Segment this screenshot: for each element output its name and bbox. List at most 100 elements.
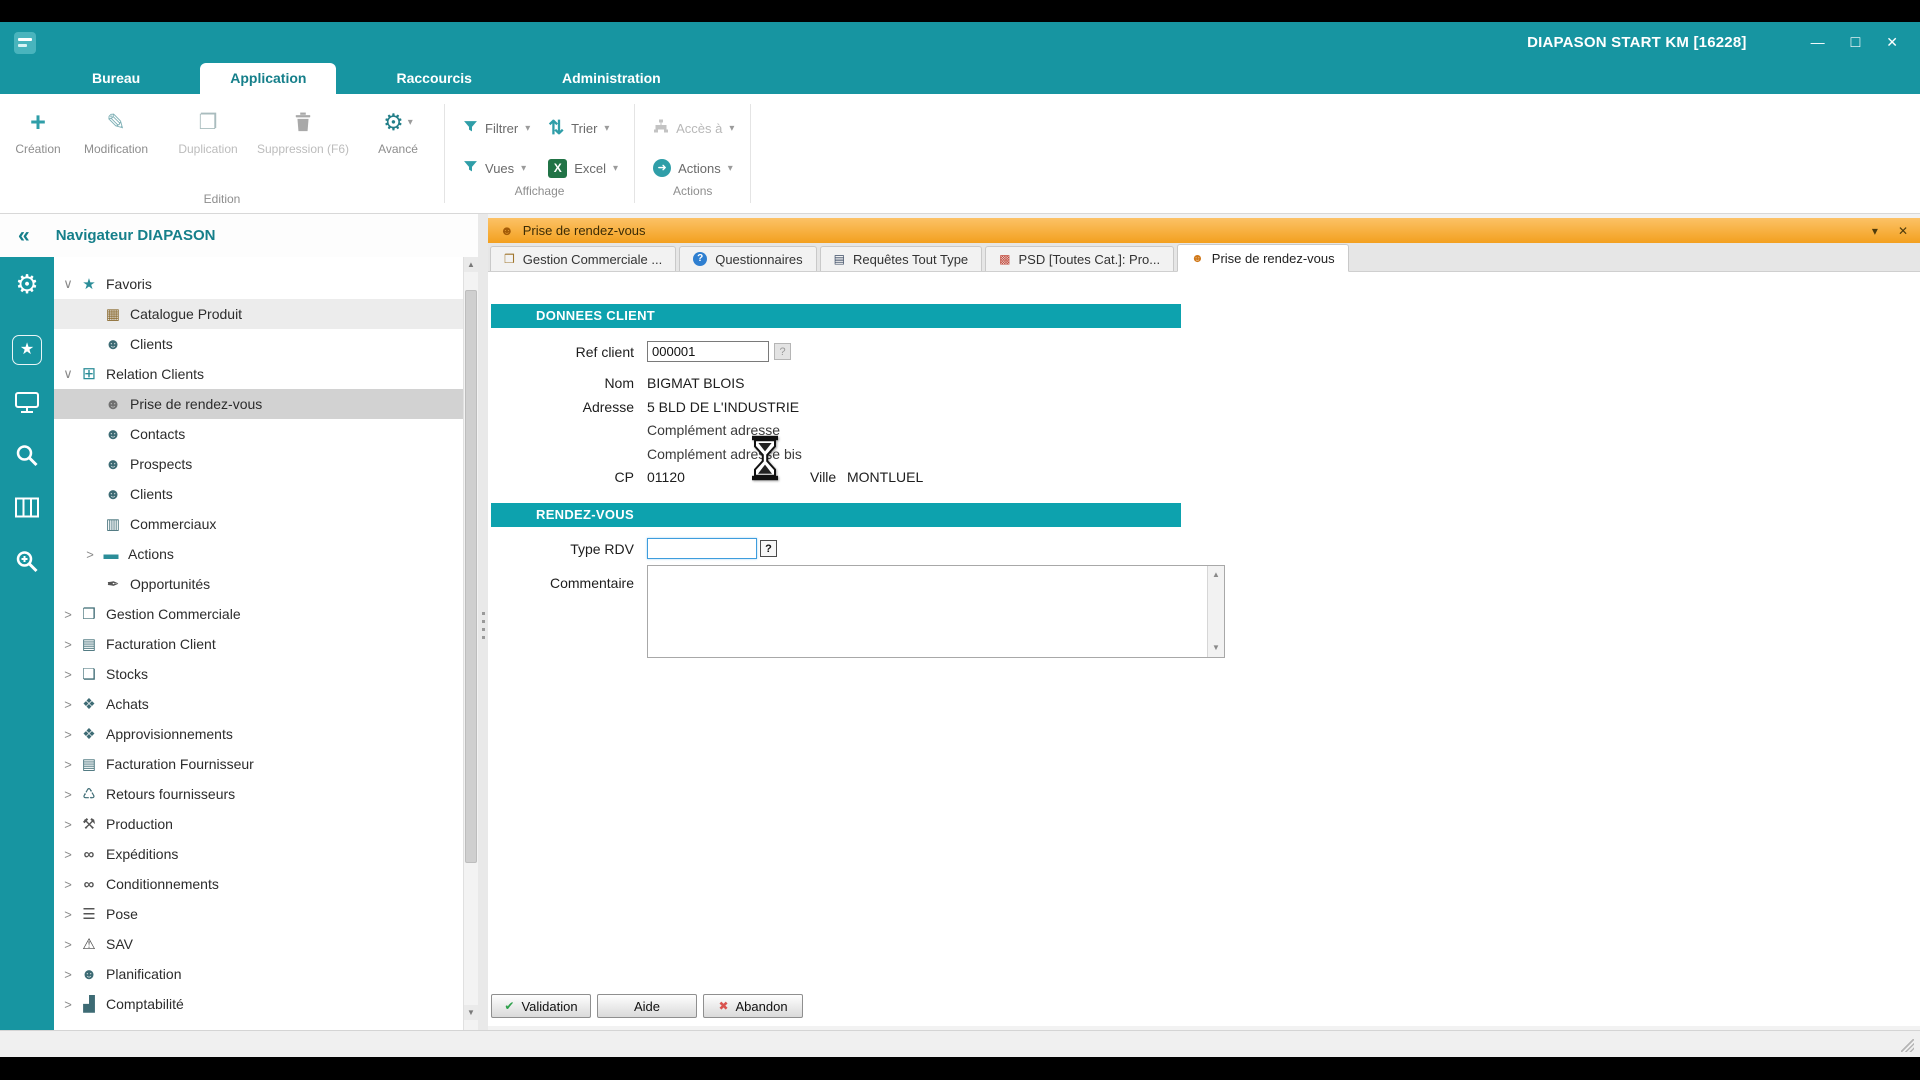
tree-item-facturation-client[interactable]: Facturation Client xyxy=(54,629,478,659)
chevron-right-icon[interactable] xyxy=(58,847,78,862)
vues-button[interactable]: Vues xyxy=(463,152,530,184)
tab-prise-de-rendez-vous[interactable]: Prise de rendez-vous xyxy=(1177,244,1348,272)
gear-icon[interactable] xyxy=(15,269,38,300)
maximize-button[interactable] xyxy=(1851,32,1861,53)
tree-item-clients-2[interactable]: Clients xyxy=(54,479,478,509)
tree-item-expeditions[interactable]: Expéditions xyxy=(54,839,478,869)
search-zoom-icon[interactable] xyxy=(15,549,40,579)
tree-item-conditionnements[interactable]: Conditionnements xyxy=(54,869,478,899)
application-window: DIAPASON START KM [16228] Bureau Applica… xyxy=(0,0,1920,1080)
tree-item-planification[interactable]: Planification xyxy=(54,959,478,989)
star-icon[interactable] xyxy=(12,335,42,365)
chevron-right-icon[interactable] xyxy=(58,997,78,1012)
chevron-down-icon[interactable] xyxy=(729,123,734,134)
search-icon[interactable] xyxy=(15,443,40,473)
chevron-right-icon[interactable] xyxy=(80,547,100,562)
menu-raccourcis[interactable]: Raccourcis xyxy=(366,63,501,94)
menu-bureau[interactable]: Bureau xyxy=(62,63,170,94)
tab-gestion-commerciale[interactable]: Gestion Commerciale ... xyxy=(490,246,676,271)
chevron-right-icon[interactable] xyxy=(58,607,78,622)
close-button[interactable] xyxy=(1886,32,1898,53)
chevron-right-icon[interactable] xyxy=(58,967,78,982)
chevron-down-icon[interactable] xyxy=(58,276,78,292)
chevron-right-icon[interactable] xyxy=(58,787,78,802)
commentaire-textarea[interactable] xyxy=(648,566,1207,657)
chevron-right-icon[interactable] xyxy=(58,727,78,742)
tree-item-relation-clients[interactable]: Relation Clients xyxy=(54,359,478,389)
chevron-down-icon[interactable] xyxy=(604,123,609,134)
tree-item-facturation-fournisseur[interactable]: Facturation Fournisseur xyxy=(54,749,478,779)
chevron-right-icon[interactable] xyxy=(58,697,78,712)
tree-item-approvisionnements[interactable]: Approvisionnements xyxy=(54,719,478,749)
resize-grip[interactable] xyxy=(1901,1039,1914,1052)
menu-administration[interactable]: Administration xyxy=(532,63,691,94)
chevron-right-icon[interactable] xyxy=(58,877,78,892)
tree-item-actions[interactable]: Actions xyxy=(54,539,478,569)
scrollbar-thumb[interactable] xyxy=(465,290,477,863)
chevron-down-icon[interactable] xyxy=(521,163,526,174)
avance-button[interactable]: Avancé xyxy=(352,94,444,186)
abandon-button[interactable]: Abandon xyxy=(703,994,803,1018)
scroll-down-icon[interactable]: ▼ xyxy=(464,1005,478,1020)
scroll-down-icon[interactable]: ▼ xyxy=(1208,641,1224,655)
columns-icon[interactable] xyxy=(15,497,40,523)
collapse-navigator-button[interactable]: « xyxy=(18,224,30,248)
tree-item-contacts[interactable]: Contacts xyxy=(54,419,478,449)
tree-item-gestion-commerciale[interactable]: Gestion Commerciale xyxy=(54,599,478,629)
cart-icon xyxy=(78,695,100,713)
monitor-icon[interactable] xyxy=(14,391,40,420)
tree-item-opportunites[interactable]: Opportunités xyxy=(54,569,478,599)
suppression-button[interactable]: Suppression (F6) xyxy=(254,94,352,186)
chevron-down-icon[interactable] xyxy=(1872,224,1878,238)
chevron-right-icon[interactable] xyxy=(58,757,78,772)
trier-button[interactable]: Trier xyxy=(548,112,618,144)
duplication-button[interactable]: Duplication xyxy=(162,94,254,186)
modification-button[interactable]: Modification xyxy=(70,94,162,186)
tree-item-stocks[interactable]: Stocks xyxy=(54,659,478,689)
chevron-down-icon[interactable] xyxy=(525,123,530,134)
ref-client-input[interactable] xyxy=(647,341,769,362)
excel-button[interactable]: X Excel xyxy=(548,152,618,184)
actions-button[interactable]: Actions xyxy=(653,152,734,184)
tab-requetes-tout-type[interactable]: Requêtes Tout Type xyxy=(820,246,983,271)
tree-item-catalogue-produit[interactable]: Catalogue Produit xyxy=(54,299,478,329)
tree-item-prospects[interactable]: Prospects xyxy=(54,449,478,479)
tree-item-sav[interactable]: SAV xyxy=(54,929,478,959)
tab-psd[interactable]: PSD [Toutes Cat.]: Pro... xyxy=(985,246,1174,271)
ref-client-help-button[interactable]: ? xyxy=(774,343,791,360)
type-rdv-help-button[interactable]: ? xyxy=(760,540,777,557)
filtrer-button[interactable]: Filtrer xyxy=(463,112,530,144)
chevron-down-icon[interactable] xyxy=(408,117,413,128)
chevron-right-icon[interactable] xyxy=(58,937,78,952)
aide-button[interactable]: Aide xyxy=(597,994,697,1018)
tree-item-commerciaux[interactable]: Commerciaux xyxy=(54,509,478,539)
minimize-button[interactable] xyxy=(1811,32,1825,53)
scroll-up-icon[interactable]: ▲ xyxy=(1208,568,1224,582)
chevron-down-icon[interactable] xyxy=(58,366,78,382)
tree-item-production[interactable]: Production xyxy=(54,809,478,839)
tree-item-achats[interactable]: Achats xyxy=(54,689,478,719)
textarea-scrollbar[interactable]: ▲ ▼ xyxy=(1207,566,1224,657)
chevron-down-icon[interactable] xyxy=(613,163,618,174)
chevron-down-icon[interactable] xyxy=(728,163,733,174)
chevron-right-icon[interactable] xyxy=(58,817,78,832)
menu-application[interactable]: Application xyxy=(200,63,336,94)
chevron-right-icon[interactable] xyxy=(58,667,78,682)
tree-item-favoris[interactable]: Favoris xyxy=(54,269,478,299)
close-document-icon[interactable] xyxy=(1898,224,1908,238)
validation-button[interactable]: Validation xyxy=(491,994,591,1018)
tree-item-clients[interactable]: Clients xyxy=(54,329,478,359)
acces-a-button[interactable]: Accès à xyxy=(653,112,734,144)
tree-item-pose[interactable]: Pose xyxy=(54,899,478,929)
tree-item-prise-de-rendez-vous[interactable]: Prise de rendez-vous xyxy=(54,389,478,419)
tree-item-retours-fournisseurs[interactable]: Retours fournisseurs xyxy=(54,779,478,809)
scroll-up-icon[interactable]: ▲ xyxy=(464,257,478,272)
panel-splitter[interactable] xyxy=(478,214,488,1030)
chevron-right-icon[interactable] xyxy=(58,907,78,922)
type-rdv-input[interactable] xyxy=(647,538,757,559)
tree-item-comptabilite[interactable]: Comptabilité xyxy=(54,989,478,1019)
tree-scrollbar[interactable]: ▲ ▼ xyxy=(463,257,478,1030)
tab-questionnaires[interactable]: Questionnaires xyxy=(679,246,816,271)
chevron-right-icon[interactable] xyxy=(58,637,78,652)
creation-button[interactable]: + Création xyxy=(6,94,70,186)
